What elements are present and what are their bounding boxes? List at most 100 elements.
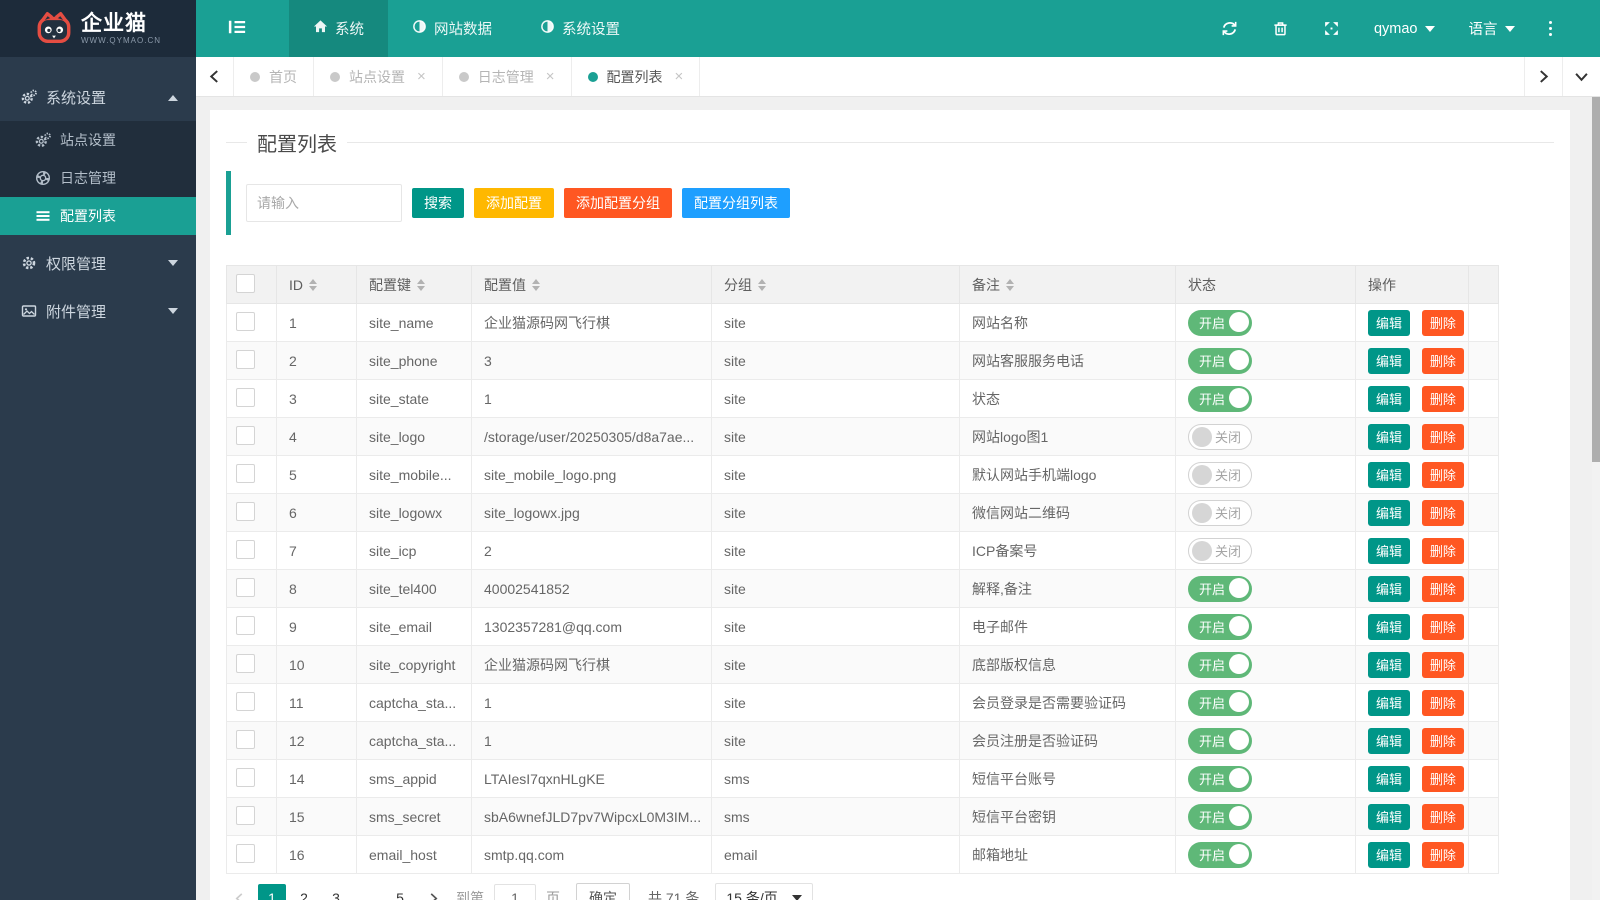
state-toggle[interactable]: 开启: [1188, 310, 1252, 336]
select-all-checkbox[interactable]: [236, 274, 255, 293]
page-tab-home[interactable]: 首页: [234, 57, 314, 96]
delete-button[interactable]: 删除: [1422, 614, 1464, 640]
config-group-list-button[interactable]: 配置分组列表: [682, 188, 790, 218]
page-button[interactable]: 5: [386, 884, 414, 900]
state-toggle[interactable]: 开启: [1188, 728, 1252, 754]
state-toggle[interactable]: 开启: [1188, 652, 1252, 678]
row-checkbox[interactable]: [236, 464, 255, 483]
add-config-group-button[interactable]: 添加配置分组: [564, 188, 672, 218]
row-checkbox[interactable]: [236, 768, 255, 787]
state-toggle[interactable]: 关闭: [1188, 500, 1252, 526]
row-checkbox[interactable]: [236, 578, 255, 597]
row-checkbox[interactable]: [236, 540, 255, 559]
page-tab-log-management[interactable]: 日志管理 ×: [443, 57, 572, 96]
delete-button[interactable]: 删除: [1422, 766, 1464, 792]
sort-icon[interactable]: [417, 279, 425, 291]
previous-page-button[interactable]: [226, 884, 252, 900]
sidebar-collapse-button[interactable]: [207, 0, 267, 57]
close-tab-icon[interactable]: ×: [675, 68, 684, 85]
close-tab-icon[interactable]: ×: [546, 68, 555, 85]
vertical-scrollbar[interactable]: [1592, 97, 1600, 900]
state-toggle[interactable]: 关闭: [1188, 538, 1252, 564]
state-toggle[interactable]: 开启: [1188, 386, 1252, 412]
page-tab-config-list[interactable]: 配置列表 ×: [572, 57, 701, 96]
state-toggle[interactable]: 开启: [1188, 804, 1252, 830]
edit-button[interactable]: 编辑: [1368, 614, 1410, 640]
state-toggle[interactable]: 开启: [1188, 614, 1252, 640]
search-button[interactable]: 搜索: [412, 188, 464, 218]
state-toggle[interactable]: 开启: [1188, 690, 1252, 716]
nav-tab-website-data[interactable]: 网站数据: [388, 0, 516, 57]
nav-tab-system[interactable]: 系统: [289, 0, 388, 57]
state-toggle[interactable]: 关闭: [1188, 424, 1252, 450]
goto-page-input[interactable]: [494, 884, 536, 900]
sidebar-item-config-list[interactable]: 配置列表: [0, 197, 196, 235]
state-toggle[interactable]: 开启: [1188, 576, 1252, 602]
row-checkbox[interactable]: [236, 350, 255, 369]
refresh-icon[interactable]: [1221, 20, 1238, 37]
delete-button[interactable]: 删除: [1422, 842, 1464, 868]
sidebar-item-attachment-management[interactable]: 附件管理: [0, 287, 196, 335]
edit-button[interactable]: 编辑: [1368, 804, 1410, 830]
row-checkbox[interactable]: [236, 844, 255, 863]
row-checkbox[interactable]: [236, 502, 255, 521]
state-toggle[interactable]: 开启: [1188, 842, 1252, 868]
edit-button[interactable]: 编辑: [1368, 500, 1410, 526]
edit-button[interactable]: 编辑: [1368, 348, 1410, 374]
state-toggle[interactable]: 关闭: [1188, 462, 1252, 488]
sidebar-item-permission-management[interactable]: 权限管理: [0, 239, 196, 287]
more-options-icon[interactable]: [1549, 21, 1553, 37]
delete-button[interactable]: 删除: [1422, 576, 1464, 602]
delete-button[interactable]: 删除: [1422, 690, 1464, 716]
edit-button[interactable]: 编辑: [1368, 766, 1410, 792]
delete-button[interactable]: 删除: [1422, 348, 1464, 374]
edit-button[interactable]: 编辑: [1368, 538, 1410, 564]
trash-icon[interactable]: [1272, 20, 1289, 37]
state-toggle[interactable]: 开启: [1188, 348, 1252, 374]
edit-button[interactable]: 编辑: [1368, 462, 1410, 488]
page-tab-site-settings[interactable]: 站点设置 ×: [314, 57, 443, 96]
edit-button[interactable]: 编辑: [1368, 842, 1410, 868]
tabs-scroll-left-button[interactable]: [196, 57, 234, 96]
row-checkbox[interactable]: [236, 654, 255, 673]
per-page-select[interactable]: 15 条/页: [715, 883, 812, 900]
delete-button[interactable]: 删除: [1422, 462, 1464, 488]
edit-button[interactable]: 编辑: [1368, 576, 1410, 602]
edit-button[interactable]: 编辑: [1368, 424, 1410, 450]
sidebar-item-system-settings[interactable]: 系统设置: [0, 73, 196, 121]
language-menu[interactable]: 语言: [1469, 18, 1515, 39]
state-toggle[interactable]: 开启: [1188, 766, 1252, 792]
scrollbar-thumb[interactable]: [1592, 97, 1600, 462]
sidebar-item-log-management[interactable]: 日志管理: [0, 159, 196, 197]
add-config-button[interactable]: 添加配置: [474, 188, 554, 218]
tabs-menu-button[interactable]: [1562, 57, 1600, 96]
edit-button[interactable]: 编辑: [1368, 386, 1410, 412]
sort-icon[interactable]: [758, 279, 766, 291]
sort-icon[interactable]: [532, 279, 540, 291]
fullscreen-icon[interactable]: [1323, 20, 1340, 37]
nav-tab-system-config[interactable]: 系统设置: [516, 0, 644, 57]
delete-button[interactable]: 删除: [1422, 652, 1464, 678]
tabs-scroll-right-button[interactable]: [1524, 57, 1562, 96]
user-menu[interactable]: qymao: [1374, 21, 1435, 37]
page-button[interactable]: 1: [258, 884, 286, 900]
goto-confirm-button[interactable]: 确定: [576, 883, 630, 900]
delete-button[interactable]: 删除: [1422, 804, 1464, 830]
row-checkbox[interactable]: [236, 692, 255, 711]
row-checkbox[interactable]: [236, 616, 255, 635]
delete-button[interactable]: 删除: [1422, 386, 1464, 412]
row-checkbox[interactable]: [236, 388, 255, 407]
brand-logo[interactable]: 企业猫 WWW.QYMAO.CN: [0, 0, 196, 57]
delete-button[interactable]: 删除: [1422, 310, 1464, 336]
delete-button[interactable]: 删除: [1422, 500, 1464, 526]
sort-icon[interactable]: [1006, 279, 1014, 291]
row-checkbox[interactable]: [236, 312, 255, 331]
edit-button[interactable]: 编辑: [1368, 728, 1410, 754]
close-tab-icon[interactable]: ×: [417, 68, 426, 85]
row-checkbox[interactable]: [236, 426, 255, 445]
page-button[interactable]: 2: [290, 884, 318, 900]
row-checkbox[interactable]: [236, 806, 255, 825]
next-page-button[interactable]: [420, 884, 446, 900]
delete-button[interactable]: 删除: [1422, 538, 1464, 564]
row-checkbox[interactable]: [236, 730, 255, 749]
